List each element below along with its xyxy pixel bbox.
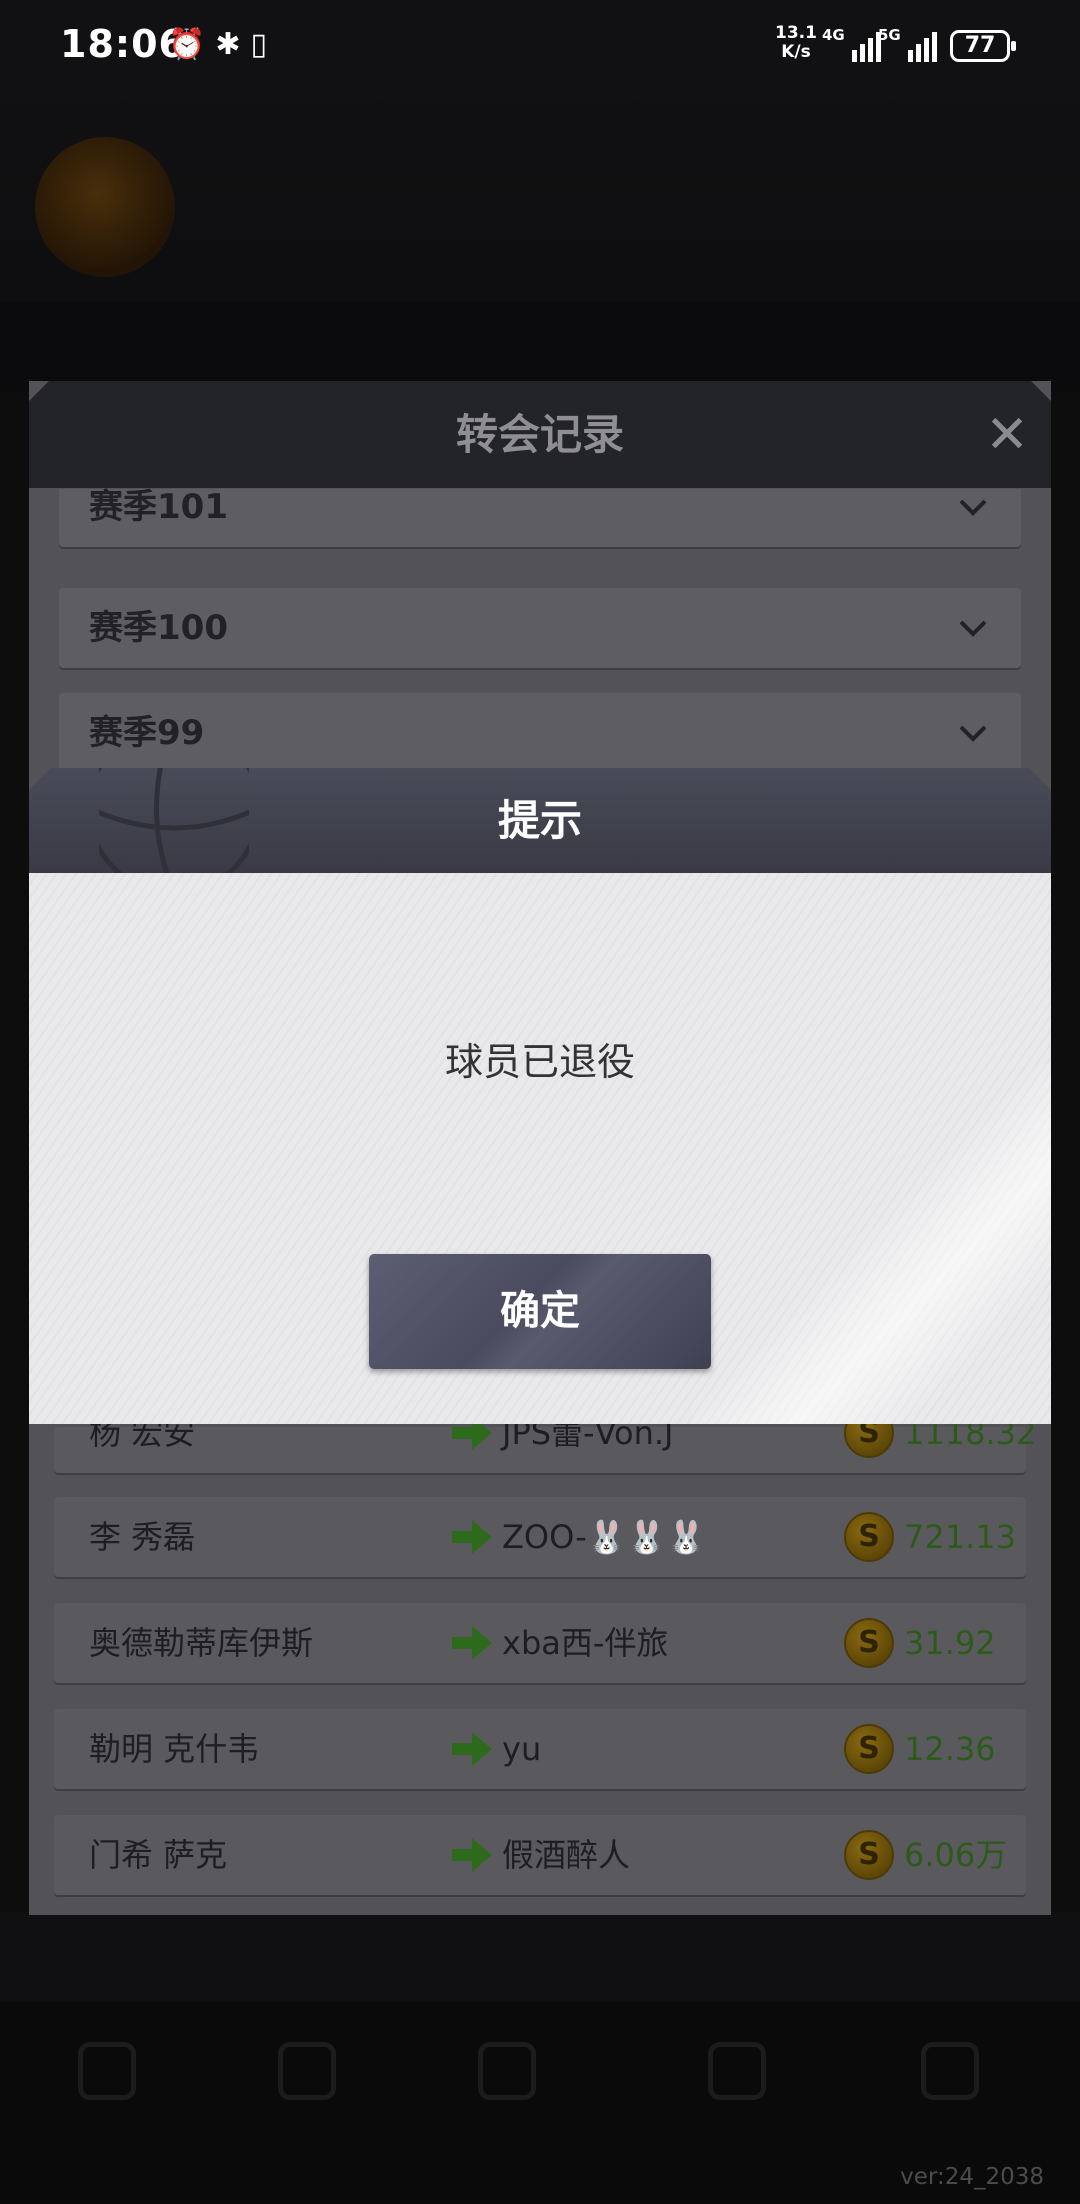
table-row[interactable]: 杨 宏安 JPS蕾-Von.J S 1118.32万 (54, 1408, 1036, 1532)
table-row[interactable]: 李 秀磊 ZOO-🐰🐰🐰 S 721.13万 (54, 1497, 1026, 1636)
transfer-fee: 6.06万 (904, 1836, 1008, 1874)
dialog-body: 球员已退役 确定 (29, 873, 1051, 1424)
arrow-right-icon (452, 1520, 492, 1554)
dialog-title: 提示 (497, 796, 582, 845)
player-name: 奥德勒蒂库伊斯 (89, 1624, 314, 1662)
net-speed-unit: K/s (781, 42, 811, 62)
player-name: 勒明 克什韦 (89, 1730, 260, 1768)
coin-icon: S (844, 1618, 894, 1668)
status-icons: ⏰ ✱ ▯ (168, 26, 267, 64)
dialog-header: 提示 (29, 768, 1051, 873)
season-label: 赛季99 (89, 713, 205, 753)
transfer-fee: 721.13万 (904, 1518, 1016, 1636)
transfer-fee: 31.92万 (904, 1624, 996, 1742)
sim1-label: 4G (822, 26, 845, 44)
season-label: 赛季101 (89, 487, 228, 527)
alarm-icon: ⏰ (168, 27, 206, 62)
coin-icon: S (844, 1724, 894, 1774)
transfer-fee: 12.36万 (904, 1730, 996, 1848)
team-name: 假酒醉人 (502, 1836, 631, 1874)
table-row[interactable]: 勒明 克什韦 yu S 12.36万 (54, 1709, 1026, 1848)
arrow-right-icon (452, 1626, 492, 1660)
table-row[interactable]: 奥德勒蒂库伊斯 xba西-伴旅 S 31.92万 (54, 1603, 1026, 1742)
season-label: 赛季100 (89, 608, 228, 648)
coin-icon: S (844, 1830, 894, 1880)
sim2-label: 5G (878, 26, 901, 44)
signal-icon-sim2: 5G (878, 26, 937, 62)
arrow-right-icon (452, 1838, 492, 1872)
player-name: 李 秀磊 (89, 1518, 196, 1556)
arrow-right-icon (452, 1732, 492, 1766)
screen: 18:06 ⏰ ✱ ▯ 13.1 K/s 4G 5G 77 ver:24_203… (0, 0, 1080, 2204)
confirm-button[interactable]: 确定 (369, 1254, 711, 1369)
season-row-101[interactable]: 赛季101 (59, 487, 1021, 547)
chevron-down-icon (959, 725, 987, 742)
vibrate-icon: ▯ (250, 27, 268, 62)
team-name: yu (502, 1730, 542, 1768)
signal-icon-sim1: 4G (822, 26, 881, 62)
dialog-message: 球员已退役 (444, 1040, 635, 1084)
season-row-99[interactable]: 赛季99 (59, 693, 1021, 773)
season-row-100[interactable]: 赛季100 (59, 588, 1021, 668)
bluetooth-icon: ✱ (215, 27, 241, 62)
net-speed: 13.1 K/s (772, 24, 820, 62)
status-bar: 18:06 ⏰ ✱ ▯ 13.1 K/s 4G 5G 77 (0, 0, 1080, 92)
coin-icon: S (844, 1512, 894, 1562)
team-name: xba西-伴旅 (502, 1624, 669, 1662)
table-row[interactable]: 门希 萨克 假酒醉人 S 6.06万 (54, 1815, 1026, 1895)
dialog-shine (691, 1064, 1051, 1424)
chevron-down-icon (959, 499, 987, 516)
net-speed-value: 13.1 (775, 23, 817, 43)
battery-icon: 77 (950, 30, 1016, 62)
version-label: ver:24_2038 (900, 2164, 1044, 2190)
close-icon[interactable]: ✕ (979, 407, 1035, 463)
team-name: ZOO-🐰🐰🐰 (502, 1518, 707, 1556)
player-name: 门希 萨克 (89, 1836, 228, 1874)
chevron-down-icon (959, 620, 987, 637)
tip-dialog: 提示 球员已退役 确定 (29, 768, 1051, 1424)
